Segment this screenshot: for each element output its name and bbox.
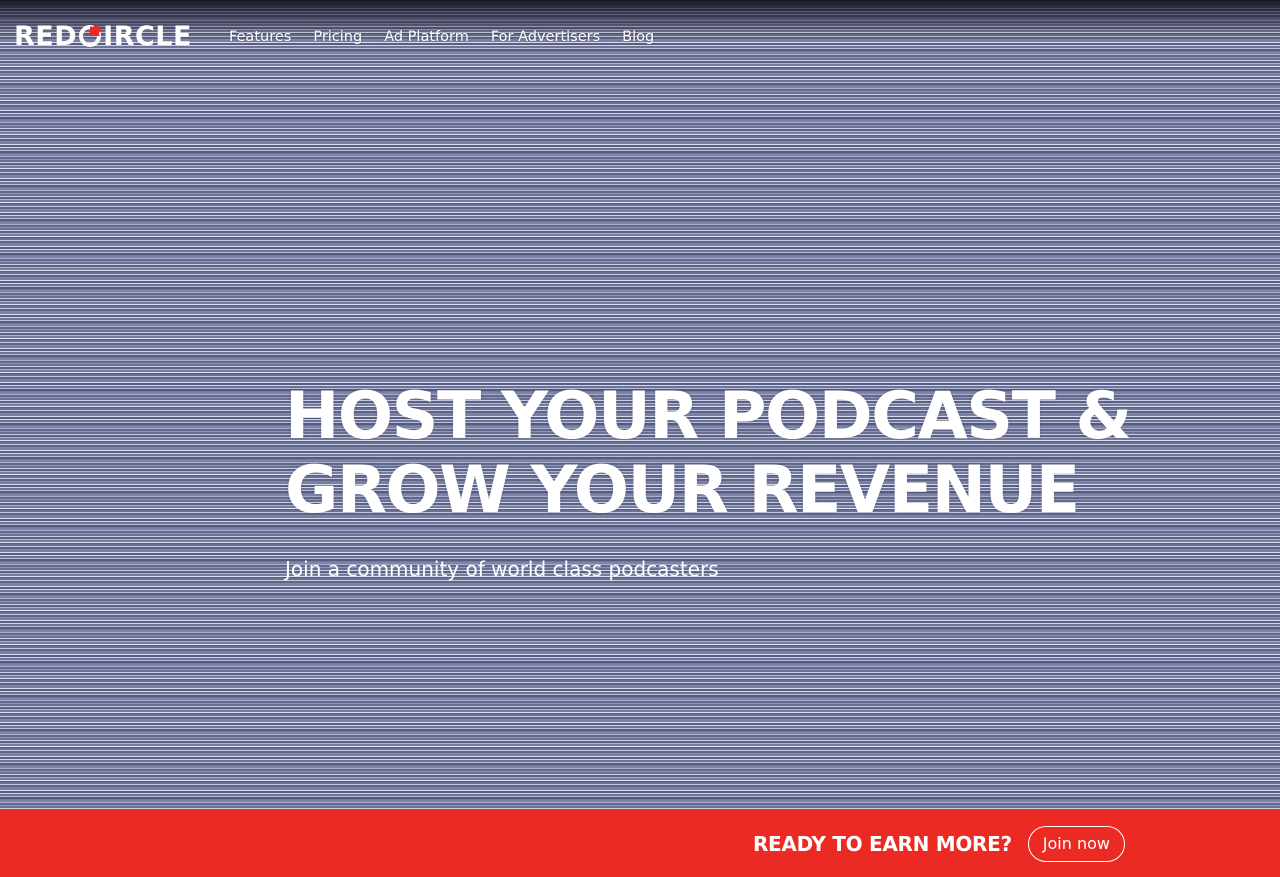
nav-link-features[interactable]: Features	[229, 29, 291, 45]
hero-title: HOST YOUR PODCAST & GROW YOUR REVENUE	[285, 380, 1245, 528]
nav-link-ad-platform[interactable]: Ad Platform	[384, 29, 469, 45]
nav-link-for-advertisers[interactable]: For Advertisers	[491, 29, 600, 45]
nav-link-pricing[interactable]: Pricing	[313, 29, 362, 45]
hero-title-line-2: GROW YOUR REVENUE	[285, 453, 1080, 528]
hero-subtitle: Join a community of world class podcaste…	[285, 557, 719, 581]
top-nav: RED IRCLE Features Pricing Ad Platform F…	[0, 0, 1280, 74]
logo-text-left: RED	[14, 20, 78, 52]
logo-text-right: IRCLE	[103, 20, 192, 52]
red-circle-c-icon	[78, 24, 102, 48]
redcircle-logo[interactable]: RED IRCLE	[14, 20, 192, 52]
join-now-button[interactable]: Join now	[1027, 825, 1125, 862]
landing-page: RED IRCLE Features Pricing Ad Platform F…	[0, 0, 1280, 877]
nav-link-blog[interactable]: Blog	[622, 29, 654, 45]
cta-bar: READY TO EARN MORE? Join now	[0, 810, 1280, 877]
hero-section: HOST YOUR PODCAST & GROW YOUR REVENUE Jo…	[285, 380, 1245, 582]
cta-text: READY TO EARN MORE?	[752, 831, 1012, 856]
nav-links: Features Pricing Ad Platform For Adverti…	[229, 29, 654, 45]
hero-title-line-1: HOST YOUR PODCAST &	[285, 379, 1132, 454]
